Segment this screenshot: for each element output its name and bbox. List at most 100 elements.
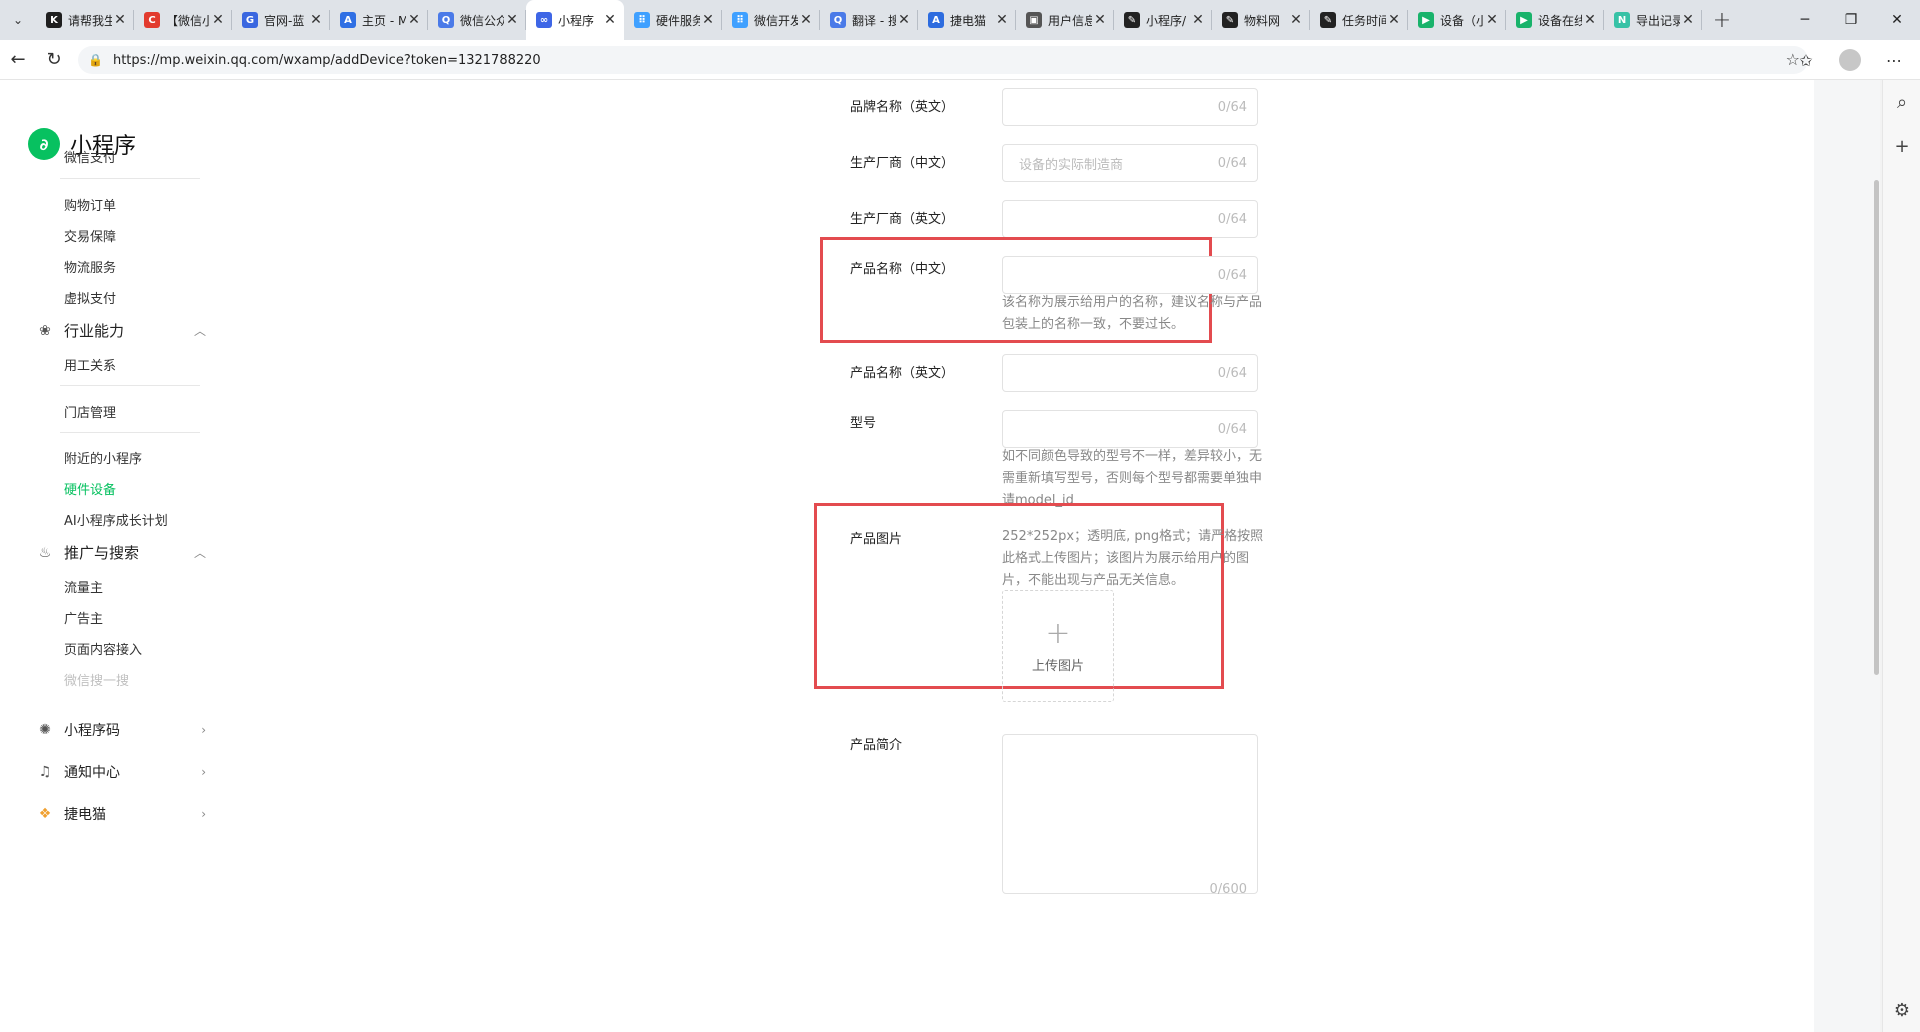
sidebar-group-qrcode[interactable]: ✺ 小程序码 › <box>36 720 206 740</box>
tab-close-icon[interactable]: ✕ <box>700 12 716 28</box>
tab-close-icon[interactable]: ✕ <box>896 12 912 28</box>
brand-en-input[interactable]: 0/64 <box>1002 88 1258 126</box>
tab-favicon-icon: K <box>46 12 62 28</box>
tab-4[interactable]: Q 微信公众 ✕ <box>428 0 526 40</box>
tab-favicon-icon: ✎ <box>1222 12 1238 28</box>
tab-close-icon[interactable]: ✕ <box>1386 12 1402 28</box>
input-placeholder: 设备的实际制造商 <box>1019 157 1124 173</box>
tab-close-icon[interactable]: ✕ <box>1582 12 1598 28</box>
add-icon[interactable]: + <box>1883 124 1920 168</box>
tab-14[interactable]: ▶ 设备（小 ✕ <box>1408 0 1506 40</box>
tab-close-icon[interactable]: ✕ <box>1484 12 1500 28</box>
intro-label: 产品简介 <box>850 738 903 753</box>
tab-close-icon[interactable]: ✕ <box>210 12 226 28</box>
upload-image-button[interactable]: + 上传图片 <box>1002 590 1114 702</box>
tab-close-icon[interactable]: ✕ <box>504 12 520 28</box>
tab-7[interactable]: ⠿ 微信开发 ✕ <box>722 0 820 40</box>
sidebar-item-hardware-devices[interactable]: 硬件设备 <box>64 479 116 498</box>
tab-close-icon[interactable]: ✕ <box>798 12 814 28</box>
address-bar[interactable]: 🔒 https://mp.weixin.qq.com/wxamp/addDevi… <box>78 46 1808 74</box>
sidebar-group-notifications[interactable]: ♫ 通知中心 › <box>36 762 206 782</box>
tab-close-icon[interactable]: ✕ <box>1288 12 1304 28</box>
tab-favicon-icon: ▣ <box>1026 12 1042 28</box>
search-icon[interactable]: ⌕ <box>1883 80 1920 124</box>
tab-title: 微信开发 <box>754 13 798 28</box>
tab-list: K 请帮我生 ✕ C 【微信小 ✕ G 官网-蓝 ✕ A 主页 - M ✕ Q 微信公众 ✕ ∞ 小程… <box>36 0 1702 40</box>
favorites-icon[interactable]: ✩ <box>1790 44 1822 76</box>
sidebar-item-wechat-pay[interactable]: 微信支付 <box>64 147 116 166</box>
product-cn-input[interactable]: 0/64 <box>1002 256 1258 294</box>
tab-close-icon[interactable]: ✕ <box>112 12 128 28</box>
sidebar-item-advertiser[interactable]: 广告主 <box>64 608 103 627</box>
tab-2[interactable]: G 官网-蓝 ✕ <box>232 0 330 40</box>
tab-3[interactable]: A 主页 - M ✕ <box>330 0 428 40</box>
tab-close-icon[interactable]: ✕ <box>1092 12 1108 28</box>
sidebar-item-traffic-owner[interactable]: 流量主 <box>64 577 103 596</box>
mini-program-logo-icon: ∂ <box>28 128 60 160</box>
sidebar-item-orders[interactable]: 购物订单 <box>64 195 116 214</box>
sidebar-item-virtual-pay[interactable]: 虚拟支付 <box>64 288 116 307</box>
tab-favicon-icon: G <box>242 12 258 28</box>
tab-close-icon[interactable]: ✕ <box>1680 12 1696 28</box>
minimize-icon[interactable]: ─ <box>1782 0 1828 40</box>
intro-textarea[interactable]: 0/600 <box>1002 734 1258 897</box>
model-input[interactable]: 0/64 <box>1002 410 1258 448</box>
url-text[interactable]: https://mp.weixin.qq.com/wxamp/addDevice… <box>113 53 541 68</box>
char-count: 0/64 <box>1217 155 1247 171</box>
sidebar-item-wechat-search[interactable]: 微信搜一搜 <box>64 670 129 689</box>
tab-16[interactable]: N 导出记录 ✕ <box>1604 0 1702 40</box>
sidebar-item-page-content-access[interactable]: 页面内容接入 <box>64 639 142 658</box>
sidebar-group-jiedianmao[interactable]: ❖ 捷电猫 › <box>36 804 206 824</box>
settings-gear-icon[interactable]: ⚙ <box>1883 988 1920 1032</box>
tab-title: 物料网 <box>1244 13 1281 28</box>
qrcode-icon: ✺ <box>39 722 51 738</box>
tab-1[interactable]: C 【微信小 ✕ <box>134 0 232 40</box>
tab-12[interactable]: ✎ 物料网 ✕ <box>1212 0 1310 40</box>
reload-icon[interactable]: ↻ <box>36 42 72 78</box>
sidebar-item-store-management[interactable]: 门店管理 <box>64 402 116 421</box>
tab-close-icon[interactable]: ✕ <box>308 12 324 28</box>
tab-close-icon[interactable]: ✕ <box>994 12 1010 28</box>
sidebar-group-industry[interactable]: ❀ 行业能力 ︿ <box>36 320 206 341</box>
more-menu-icon[interactable]: ⋯ <box>1878 44 1910 76</box>
char-count: 0/64 <box>1217 267 1247 283</box>
restore-icon[interactable]: ❐ <box>1828 0 1874 40</box>
lock-icon[interactable]: 🔒 <box>88 53 103 67</box>
tab-8[interactable]: Q 翻译 - 搜 ✕ <box>820 0 918 40</box>
image-label: 产品图片 <box>850 532 903 547</box>
sidebar-item-employment[interactable]: 用工关系 <box>64 355 116 374</box>
tab-close-icon[interactable]: ✕ <box>406 12 422 28</box>
main-content: 品牌名称（英文） 0/64 生产厂商（中文） 设备的实际制造商 0/64 生产厂… <box>290 80 1814 1032</box>
page-scrollbar[interactable] <box>1872 80 1880 1032</box>
tab-11[interactable]: ✎ 小程序/✕ <box>1114 0 1212 40</box>
sidebar-divider <box>60 432 200 433</box>
tab-close-icon[interactable]: ✕ <box>602 12 618 28</box>
maker-en-input[interactable]: 0/64 <box>1002 200 1258 238</box>
tab-6[interactable]: ⠿ 硬件服务 ✕ <box>624 0 722 40</box>
tab-title: 捷电猫 <box>950 13 987 28</box>
sidebar-item-nearby-mini-programs[interactable]: 附近的小程序 <box>64 448 142 467</box>
tab-9[interactable]: A 捷电猫 ✕ <box>918 0 1016 40</box>
tab-close-icon[interactable]: ✕ <box>1190 12 1206 28</box>
new-tab-plus-icon[interactable]: + <box>1702 0 1742 40</box>
chevron-right-icon: › <box>201 807 206 821</box>
tab-10[interactable]: ▣ 用户信息 ✕ <box>1016 0 1114 40</box>
maker-cn-label: 生产厂商（中文） <box>850 156 955 171</box>
tab-0[interactable]: K 请帮我生 ✕ <box>36 0 134 40</box>
tab-actions-menu-icon[interactable]: ⌄ <box>0 0 36 40</box>
scrollbar-thumb[interactable] <box>1874 180 1879 675</box>
sidebar-item-ai-growth-plan[interactable]: AI小程序成长计划 <box>64 510 168 529</box>
sidebar-item-logistics[interactable]: 物流服务 <box>64 257 116 276</box>
tab-13[interactable]: ✎ 任务时间 ✕ <box>1310 0 1408 40</box>
tab-15[interactable]: ▶ 设备在线 ✕ <box>1506 0 1604 40</box>
maker-cn-input[interactable]: 设备的实际制造商 0/64 <box>1002 144 1258 182</box>
close-window-icon[interactable]: ✕ <box>1874 0 1920 40</box>
sidebar-item-trade-guarantee[interactable]: 交易保障 <box>64 226 116 245</box>
avatar <box>1839 49 1861 71</box>
tab-5-active[interactable]: ∞ 小程序 ✕ <box>526 0 624 40</box>
chevron-up-icon: ︿ <box>193 546 206 560</box>
back-arrow-icon[interactable]: ← <box>0 42 36 78</box>
sidebar-group-promotion[interactable]: ♨ 推广与搜索 ︿ <box>36 542 206 563</box>
profile-avatar[interactable] <box>1834 44 1866 76</box>
product-en-input[interactable]: 0/64 <box>1002 354 1258 392</box>
